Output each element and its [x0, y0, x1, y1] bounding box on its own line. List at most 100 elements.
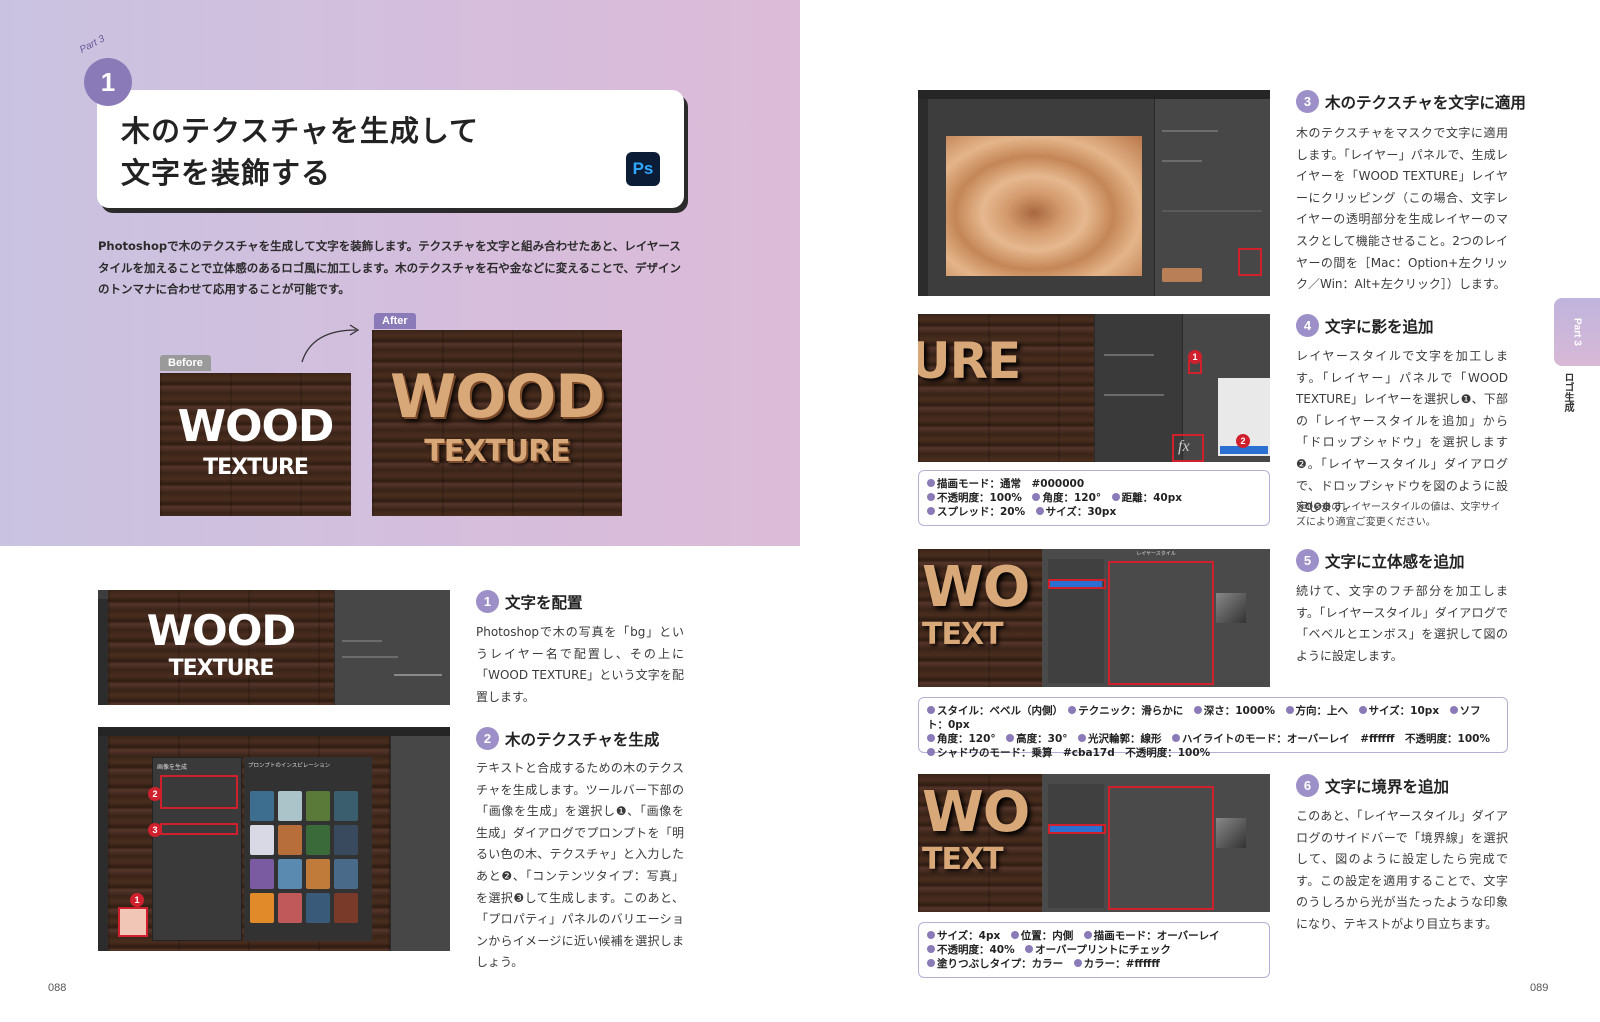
- step1-heading: 1 文字を配置: [476, 590, 583, 613]
- page-number-right: 089: [1530, 982, 1549, 994]
- screenshot-step6: WO TEXT: [918, 774, 1270, 912]
- ss4-text: URE: [918, 332, 1021, 390]
- thumb-1: [250, 791, 274, 821]
- step4-note: ※❹❺❻のレイヤースタイルの値は、文字サイズにより適宜ご変更ください。: [1296, 502, 1501, 528]
- arrow-icon: [301, 324, 360, 363]
- stroke-setting-6: 塗りつぶしタイプ：カラー: [937, 958, 1064, 970]
- wood-texture-image: [946, 136, 1142, 276]
- ss5-dialog-title: レイヤースタイル: [1136, 551, 1176, 557]
- bevel-setting-7: 角度：120°: [937, 733, 996, 745]
- step3-title: 木のテクスチャを文字に適用: [1325, 93, 1526, 112]
- thumb-6: [278, 825, 302, 855]
- section-number: 1: [84, 58, 132, 106]
- shadow-setting-6: サイズ：30px: [1045, 506, 1117, 518]
- ss3-layer-thumb: [1162, 268, 1202, 282]
- step5-body: 続けて、文字のフチ部分を加工します。「レイヤースタイル」ダイアログで「ベベルとエ…: [1296, 584, 1508, 663]
- fx-icon: fx: [1178, 438, 1190, 455]
- page-number-left: 088: [48, 982, 67, 994]
- shadow-setting-1: 描画モード：通常 #000000: [937, 478, 1085, 490]
- ss2-dialog-title: 画像を生成: [157, 764, 188, 771]
- screenshot-step2: 画像を生成 プロンプトのインスピレーション 2 3 1: [98, 727, 450, 951]
- before-word2: TEXTURE: [203, 455, 309, 480]
- step1-number: 1: [476, 590, 499, 613]
- ss6-word2: TEXT: [922, 842, 1004, 877]
- bevel-setting-4: 方向：上へ: [1295, 705, 1349, 717]
- step4-heading: 4 文字に影を追加: [1296, 314, 1434, 337]
- step6-title: 文字に境界を追加: [1325, 777, 1450, 796]
- clip-highlight: [1238, 248, 1262, 276]
- screenshot-step4: URE fx 1 2: [918, 314, 1270, 462]
- thumb-8: [334, 825, 358, 855]
- thumb-11: [306, 859, 330, 889]
- screenshot-step1: WOOD TEXTURE: [98, 590, 450, 705]
- step2-body: テキストと合成するための木のテクスチャを生成します。ツールバー下部の「画像を生成…: [476, 761, 684, 970]
- after-tag: After: [374, 313, 416, 329]
- shadow-settings: 描画モード：通常 #000000 不透明度：100% 角度：120° 距離：40…: [918, 470, 1270, 526]
- bevel-option-highlight: [1048, 579, 1106, 589]
- stroke-setting-5: オーバープリントにチェック: [1035, 944, 1171, 956]
- title-card: 木のテクスチャを生成して 文字を装飾する Ps: [97, 90, 684, 208]
- thumb-5: [250, 825, 274, 855]
- thumb-4: [334, 791, 358, 821]
- shadow-setting-4: 距離：40px: [1121, 492, 1183, 504]
- before-image: WOOD TEXTURE: [160, 373, 351, 516]
- thumb-10: [278, 859, 302, 889]
- step6-heading: 6 文字に境界を追加: [1296, 774, 1449, 797]
- part-tab: Part 3: [1554, 298, 1600, 366]
- step6-number: 6: [1296, 774, 1319, 797]
- bevel-setting-8: 高度：30°: [1016, 733, 1068, 745]
- bevel-setting-2: テクニック：滑らかに: [1078, 705, 1184, 717]
- ss1-word1: WOOD: [146, 606, 297, 655]
- bevel-settings-highlight: [1108, 561, 1214, 685]
- generate-image-button: [118, 907, 148, 937]
- thumb-7: [306, 825, 330, 855]
- step1-body: Photoshopで木の写真を「bg」というレイヤー名で配置し、その上に「WOO…: [476, 625, 684, 704]
- step3-heading: 3 木のテクスチャを文字に適用: [1296, 90, 1526, 113]
- stroke-settings-highlight: [1108, 786, 1214, 910]
- thumb-3: [306, 791, 330, 821]
- step2-heading: 2 木のテクスチャを生成: [476, 727, 659, 750]
- thumb-13: [250, 893, 274, 923]
- step6-body: このあと、「レイヤースタイル」ダイアログのサイドバーで「境界線」を選択して、図の…: [1296, 809, 1508, 931]
- step3-number: 3: [1296, 90, 1319, 113]
- prompt-highlight: [160, 775, 238, 809]
- shadow-setting-5: スプレッド：20%: [937, 506, 1026, 518]
- step2-title: 木のテクスチャを生成: [505, 730, 660, 749]
- ss5-word2: TEXT: [922, 617, 1004, 652]
- bevel-settings: スタイル：ベベル（内側） テクニック：滑らかに 深さ：1000% 方向：上へ サ…: [918, 697, 1508, 759]
- bevel-setting-3: 深さ：1000%: [1203, 705, 1275, 717]
- stroke-setting-2: 位置：内側: [1020, 930, 1074, 942]
- thumb-9: [250, 859, 274, 889]
- step5-heading: 5 文字に立体感を追加: [1296, 549, 1465, 572]
- after-word2: TEXTURE: [424, 434, 571, 469]
- photoshop-icon: Ps: [626, 152, 660, 186]
- before-word1: WOOD: [177, 401, 335, 452]
- step4-number: 4: [1296, 314, 1319, 337]
- step3-body: 木のテクスチャをマスクで文字に適用します。「レイヤー」パネルで、生成レイヤーを「…: [1296, 126, 1508, 292]
- step1-title: 文字を配置: [505, 593, 583, 612]
- marker-4-1: 1: [1188, 350, 1202, 364]
- bevel-setting-5: サイズ：10px: [1368, 705, 1440, 717]
- step4-body: レイヤースタイルで文字を加工します。「レイヤー」パネルで「WOOD TEXTUR…: [1296, 349, 1508, 515]
- step4-title: 文字に影を追加: [1325, 317, 1434, 336]
- shadow-setting-3: 角度：120°: [1042, 492, 1102, 504]
- stroke-setting-1: サイズ：4px: [937, 930, 1001, 942]
- thumb-2: [278, 791, 302, 821]
- ss1-word2: TEXTURE: [168, 656, 275, 681]
- thumb-16: [334, 893, 358, 923]
- ss6-word1: WO: [922, 780, 1030, 845]
- thumb-12: [334, 859, 358, 889]
- after-image: WOOD TEXTURE: [372, 330, 622, 516]
- step5-number: 5: [1296, 549, 1319, 572]
- stroke-setting-4: 不透明度：40%: [937, 944, 1015, 956]
- chapter-label: ロゴ生成: [1562, 372, 1573, 412]
- bevel-setting-9: 光沢輪郭：線形: [1088, 733, 1162, 745]
- ss2-panel-title: プロンプトのインスピレーション: [248, 763, 331, 769]
- screenshot-step3: [918, 90, 1270, 296]
- stroke-option-highlight: [1048, 824, 1106, 834]
- screenshot-step5: WO TEXT レイヤースタイル: [918, 549, 1270, 687]
- content-type-highlight: [160, 823, 238, 835]
- shadow-setting-2: 不透明度：100%: [937, 492, 1022, 504]
- marker-1: 1: [130, 893, 144, 907]
- bevel-setting-1: スタイル：ベベル（内側）: [937, 705, 1058, 717]
